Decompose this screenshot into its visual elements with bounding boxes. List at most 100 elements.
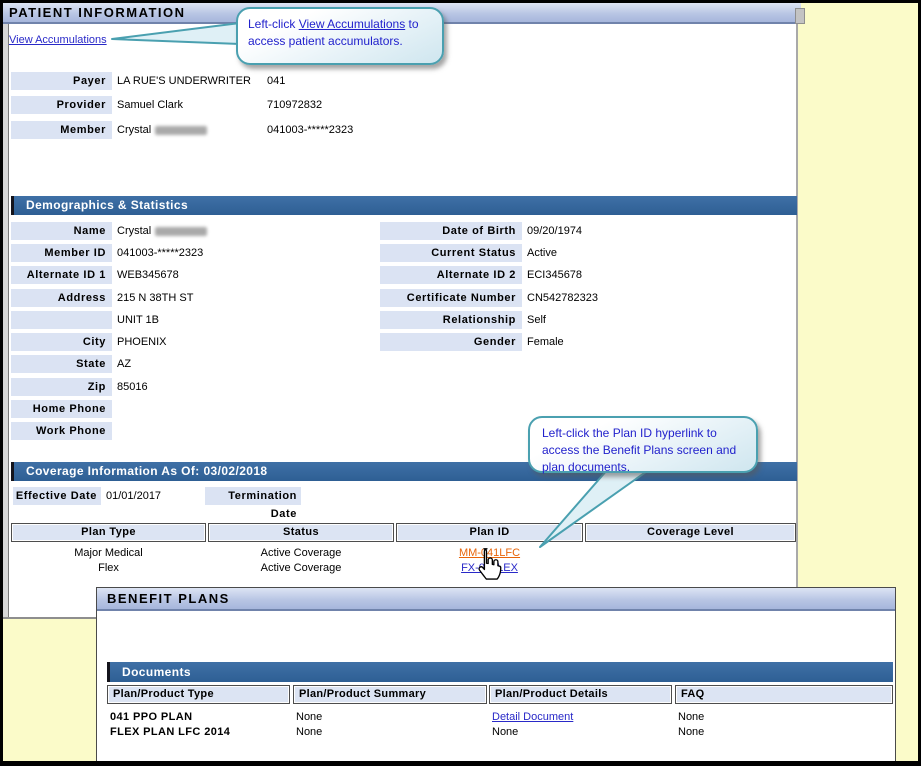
home-phone-label: Home Phone [11,400,112,418]
doc-summary-header: Plan/Product Summary [293,685,487,704]
doc-type-cell: FLEX PLAN LFC 2014 [110,725,230,739]
dob-label-cell: Date of Birth [380,222,522,240]
outer-border [0,761,921,766]
current-status-value: Active [527,244,557,262]
doc-summary-cell: None [296,710,322,724]
view-accumulations-link[interactable]: View Accumulations [9,34,107,46]
doc-summary-cell: None [296,725,322,739]
gender-label-cell: Gender [380,333,522,351]
dob-label: Date of Birth [380,222,522,240]
doc-type-header: Plan/Product Type [107,685,290,704]
alt-id1-label: Alternate ID 1 [11,266,112,284]
member-id-label-cell: Member ID [11,244,112,262]
alt-id2-label: Alternate ID 2 [380,266,522,284]
left-gutter [3,22,9,617]
relationship-value: Self [527,311,546,329]
benefit-plans-title: BENEFIT PLANS [97,588,895,609]
member-id-value: 041003-*****2323 [267,121,353,139]
outer-border [0,0,3,766]
screenshot-canvas: PATIENT INFORMATION View Accumulations P… [0,0,921,766]
plan-id-header: Plan ID [396,523,583,542]
termination-date-label: Termination Date [205,487,301,523]
member-id-value2: 041003-*****2323 [117,244,203,262]
provider-label-cell: Provider [11,96,112,114]
provider-label: Provider [11,96,112,114]
member-label-cell: Member [11,121,112,139]
outer-border [0,0,921,3]
city-value: PHOENIX [117,333,167,351]
zip-label: Zip [11,378,112,396]
hand-cursor-icon [473,547,503,580]
plan-id-callout: Left-click the Plan ID hyperlink to acce… [528,416,758,473]
work-phone-label: Work Phone [11,422,112,440]
detail-document-link[interactable]: Detail Document [492,711,573,723]
scrollbar-corner-grip [795,8,805,24]
benefit-plans-titlebar: BENEFIT PLANS [97,588,895,611]
city-label-cell: City [11,333,112,351]
documents-header: Documents [107,662,893,682]
name-label: Name [11,222,112,240]
address2-label-cell [11,311,112,329]
state-value: AZ [117,355,131,373]
callout-text: Left-click [248,17,299,31]
payer-label: Payer [11,72,112,90]
state-label: State [11,355,112,373]
gender-value: Female [527,333,564,351]
plan-type-header: Plan Type [11,523,206,542]
gender-label: Gender [380,333,522,351]
member-label: Member [11,121,112,139]
alt-id2-label-cell: Alternate ID 2 [380,266,522,284]
effective-date-value: 01/01/2017 [106,487,161,505]
doc-faq-header: FAQ [675,685,893,704]
coverage-level-cell [585,546,796,561]
coverage-level-cell [585,561,796,576]
zip-value: 85016 [117,378,148,396]
state-label-cell: State [11,355,112,373]
name-value: Crystal [117,222,207,240]
payer-value: LA RUE'S UNDERWRITER [117,72,251,90]
provider-value: Samuel Clark [117,96,183,114]
current-status-label: Current Status [380,244,522,262]
doc-details-header: Plan/Product Details [489,685,672,704]
payer-id-value: 041 [267,72,285,90]
alt-id1-label-cell: Alternate ID 1 [11,266,112,284]
accumulations-callout: Left-click View Accumulations to access … [236,7,444,65]
status-header: Status [208,523,394,542]
redacted-name-blur [155,227,207,236]
address2-value: UNIT 1B [117,311,159,329]
certificate-label-cell: Certificate Number [380,289,522,307]
name-label-cell: Name [11,222,112,240]
doc-details-cell: None [492,725,518,739]
effective-date-label: Effective Date [13,487,101,505]
plan-type-cell: Flex [11,561,206,576]
certificate-value: CN542782323 [527,289,598,307]
status-cell: Active Coverage [208,561,394,576]
home-phone-label-cell: Home Phone [11,400,112,418]
relationship-label: Relationship [380,311,522,329]
current-status-label-cell: Current Status [380,244,522,262]
member-id-label: Member ID [11,244,112,262]
callout-link-text: View Accumulations [299,17,406,31]
coverage-level-header: Coverage Level [585,523,796,542]
plan-type-cell: Major Medical [11,546,206,561]
dob-value: 09/20/1974 [527,222,582,240]
address-label-cell: Address [11,289,112,307]
termination-date-label-cell: Termination Date [205,487,301,505]
doc-faq-cell: None [678,710,704,724]
city-label: City [11,333,112,351]
alt-id1-value: WEB345678 [117,266,179,284]
alt-id2-value: ECI345678 [527,266,582,284]
demographics-header: Demographics & Statistics [11,196,797,215]
zip-label-cell: Zip [11,378,112,396]
work-phone-label-cell: Work Phone [11,422,112,440]
certificate-label: Certificate Number [380,289,522,307]
effective-date-label-cell: Effective Date [13,487,101,505]
doc-details-cell: Detail Document [492,710,573,724]
provider-id-value: 710972832 [267,96,322,114]
doc-faq-cell: None [678,725,704,739]
status-cell: Active Coverage [208,546,394,561]
relationship-label-cell: Relationship [380,311,522,329]
redacted-name-blur [155,126,207,135]
member-value: Crystal [117,121,207,139]
payer-label-cell: Payer [11,72,112,90]
